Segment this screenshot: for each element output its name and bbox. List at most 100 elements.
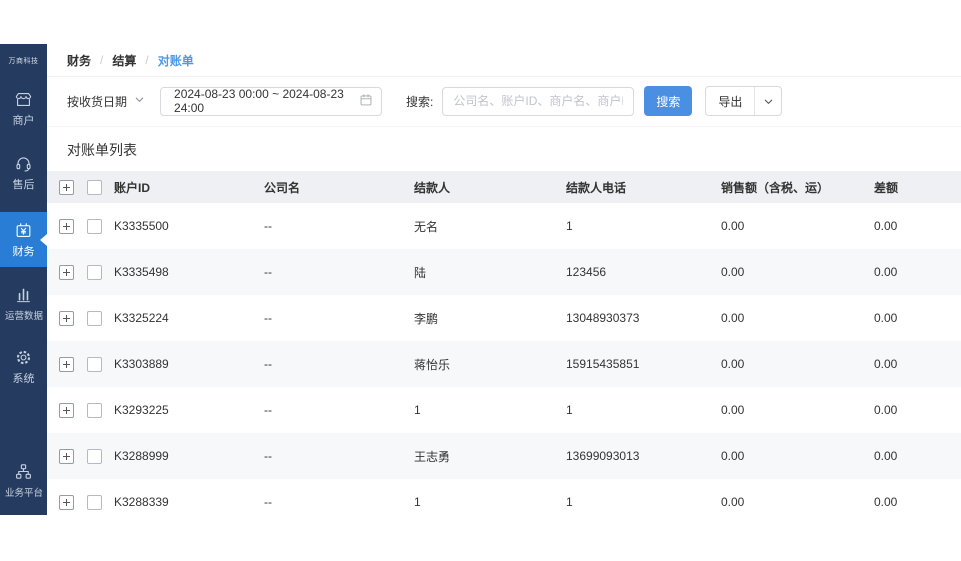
date-range-input[interactable]: 2024-08-23 00:00 ~ 2024-08-23 24:00 (160, 86, 383, 116)
cell-payee: 蒋怡乐 (414, 357, 451, 372)
cell-sales: 0.00 (721, 403, 745, 417)
cell-difference: 0.00 (874, 403, 898, 417)
expand-row-button[interactable] (59, 448, 74, 464)
export-dropdown-button[interactable] (754, 87, 781, 115)
table-row: K3288999 -- 王志勇 13699093013 0.00 0.00 (47, 433, 961, 479)
cell-payee: 无名 (414, 219, 439, 234)
search-button[interactable]: 搜索 (644, 86, 693, 116)
sidebar-item-operations-data[interactable]: 运营数据 (0, 276, 47, 330)
cell-company: -- (264, 311, 272, 325)
sidebar-item-label: 系统 (12, 373, 35, 385)
sidebar-item-label: 商户 (12, 115, 35, 127)
table-row: K3288339 -- 1 1 0.00 0.00 (47, 479, 961, 525)
sidebar-item-label: 运营数据 (4, 311, 43, 322)
headset-icon (14, 154, 33, 173)
cell-company: -- (264, 449, 272, 463)
sidebar: 万商科技 商户 售后 财务 运营数据 系统 业务平台 (0, 44, 47, 515)
expand-all-button[interactable] (59, 179, 74, 195)
expand-row-button[interactable] (59, 264, 74, 280)
gear-icon (14, 348, 33, 367)
cell-difference: 0.00 (874, 311, 898, 325)
row-checkbox[interactable] (87, 402, 102, 418)
date-type-label: 按收货日期 (67, 94, 128, 109)
active-item-notch (40, 233, 47, 246)
table-header-row: 账户ID 公司名 结款人 结款人电话 销售额（含税、运） 差额 (47, 171, 961, 203)
cell-payee-phone: 15915435851 (566, 357, 640, 371)
cell-sales: 0.00 (721, 219, 745, 233)
cell-payee-phone: 13699093013 (566, 449, 640, 463)
logo-text: 万商科技 (8, 58, 39, 65)
cell-sales: 0.00 (721, 265, 745, 279)
cell-account-id: K3288339 (114, 495, 169, 509)
select-all-checkbox[interactable] (87, 179, 102, 195)
org-nodes-icon (14, 462, 33, 481)
cell-payee-phone: 123456 (566, 265, 607, 279)
sidebar-item-label: 业务平台 (4, 488, 43, 499)
export-split-button: 导出 (705, 86, 783, 116)
expand-row-button[interactable] (59, 310, 74, 326)
breadcrumb-item-statement[interactable]: 对账单 (158, 52, 194, 69)
expand-row-button[interactable] (59, 494, 74, 510)
cell-difference: 0.00 (874, 357, 898, 371)
search-label: 搜索: (406, 94, 434, 109)
sidebar-item-merchant[interactable]: 商户 (0, 81, 47, 136)
invoice-yuan-icon (14, 221, 33, 240)
cell-payee: 王志勇 (414, 449, 451, 464)
cell-payee: 1 (414, 495, 421, 509)
row-checkbox[interactable] (87, 218, 102, 234)
cell-account-id: K3293225 (114, 403, 169, 417)
table-title: 对账单列表 (67, 142, 137, 158)
cell-account-id: K3303889 (114, 357, 169, 371)
date-type-dropdown[interactable]: 按收货日期 (67, 93, 145, 110)
cell-company: -- (264, 495, 272, 509)
cell-company: -- (264, 357, 272, 371)
table-row: K3335498 -- 陆 123456 0.00 0.00 (47, 249, 961, 295)
breadcrumb: 财务 / 结算 / 对账单 (47, 44, 961, 77)
cell-difference: 0.00 (874, 449, 898, 463)
cell-payee: 李鹏 (414, 311, 439, 326)
cell-payee: 陆 (414, 265, 427, 280)
expand-row-button[interactable] (59, 218, 74, 234)
sidebar-item-aftersales[interactable]: 售后 (0, 145, 47, 200)
cell-sales: 0.00 (721, 357, 745, 371)
cell-account-id: K3288999 (114, 449, 169, 463)
cell-company: -- (264, 403, 272, 417)
cell-account-id: K3325224 (114, 311, 169, 325)
table-row: K3293225 -- 1 1 0.00 0.00 (47, 387, 961, 433)
cell-account-id: K3335498 (114, 265, 169, 279)
sidebar-item-business-platform[interactable]: 业务平台 (0, 453, 47, 507)
row-checkbox[interactable] (87, 356, 102, 372)
column-header-difference: 差额 (874, 180, 899, 195)
column-header-payee-phone: 结款人电话 (566, 180, 627, 195)
cell-difference: 0.00 (874, 219, 898, 233)
cell-difference: 0.00 (874, 495, 898, 509)
cell-payee-phone: 13048930373 (566, 311, 640, 325)
cell-sales: 0.00 (721, 495, 745, 509)
main-content: 财务 / 结算 / 对账单 按收货日期 2024-08-23 00:00 ~ 2… (47, 44, 961, 515)
sidebar-item-label: 售后 (12, 179, 35, 191)
breadcrumb-separator: / (145, 53, 149, 67)
breadcrumb-item-settlement[interactable]: 结算 (112, 52, 136, 69)
column-header-company: 公司名 (264, 180, 301, 195)
cell-sales: 0.00 (721, 311, 745, 325)
row-checkbox[interactable] (87, 448, 102, 464)
breadcrumb-item-finance[interactable]: 财务 (67, 52, 91, 69)
sidebar-item-system[interactable]: 系统 (0, 339, 47, 394)
row-checkbox[interactable] (87, 310, 102, 326)
cell-difference: 0.00 (874, 265, 898, 279)
expand-row-button[interactable] (59, 402, 74, 418)
table-row: K3325224 -- 李鹏 13048930373 0.00 0.00 (47, 295, 961, 341)
export-button[interactable]: 导出 (706, 87, 754, 115)
column-header-payee: 结款人 (414, 180, 451, 195)
expand-row-button[interactable] (59, 356, 74, 372)
calendar-icon (359, 93, 373, 110)
search-input[interactable] (442, 86, 635, 116)
column-header-sales: 销售额（含税、运） (721, 180, 830, 195)
row-checkbox[interactable] (87, 494, 102, 510)
date-range-value: 2024-08-23 00:00 ~ 2024-08-23 24:00 (174, 87, 344, 115)
table-row: K3303889 -- 蒋怡乐 15915435851 0.00 0.00 (47, 341, 961, 387)
breadcrumb-separator: / (100, 53, 104, 67)
sidebar-item-finance[interactable]: 财务 (0, 212, 47, 267)
cell-payee-phone: 1 (566, 495, 573, 509)
row-checkbox[interactable] (87, 264, 102, 280)
